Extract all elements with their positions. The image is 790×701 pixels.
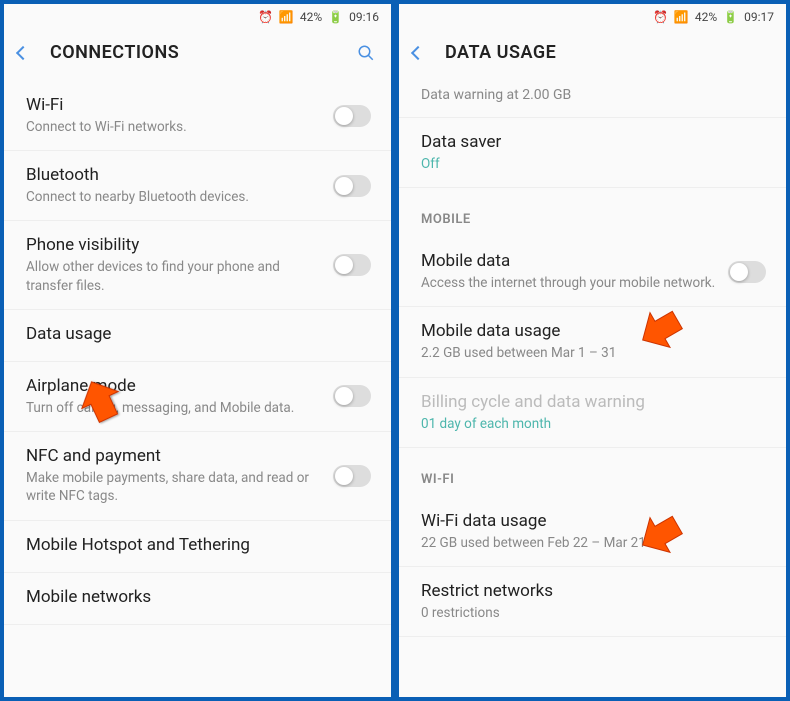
item-title: Mobile Hotspot and Tethering <box>26 535 361 555</box>
signal-icon: 📶 <box>674 10 689 24</box>
wifi-section-header: WI-FI <box>399 448 786 497</box>
battery-icon: 🔋 <box>328 10 343 24</box>
back-icon[interactable] <box>411 45 425 59</box>
mobile-networks-item[interactable]: Mobile networks <box>4 573 391 625</box>
item-subtitle: Make mobile payments, share data, and re… <box>26 469 323 505</box>
visibility-toggle[interactable] <box>333 254 371 276</box>
item-title: Data usage <box>26 324 361 344</box>
settings-list: Data warning at 2.00 GB Data saver Off M… <box>399 81 786 697</box>
wifi-toggle[interactable] <box>333 105 371 127</box>
item-subtitle: Connect to Wi-Fi networks. <box>26 118 323 136</box>
bluetooth-toggle[interactable] <box>333 175 371 197</box>
mobile-data-usage-item[interactable]: Mobile data usage 2.2 GB used between Ma… <box>399 307 786 377</box>
item-title: Billing cycle and data warning <box>421 392 756 412</box>
nfc-item[interactable]: NFC and payment Make mobile payments, sh… <box>4 432 391 520</box>
alarm-icon: ⏰ <box>653 10 668 24</box>
header-bar: DATA USAGE <box>399 30 786 81</box>
data-warning-text: Data warning at 2.00 GB <box>399 81 786 118</box>
item-subtitle: Turn off calling, messaging, and Mobile … <box>26 399 323 417</box>
clock-time: 09:17 <box>744 10 774 24</box>
item-title: Mobile data <box>421 251 718 271</box>
item-title: Restrict networks <box>421 581 756 601</box>
status-bar: ⏰ 📶 42% 🔋 09:17 <box>399 4 786 30</box>
item-subtitle: 0 restrictions <box>421 604 756 622</box>
billing-cycle-item[interactable]: Billing cycle and data warning 01 day of… <box>399 378 786 448</box>
airplane-mode-item[interactable]: Airplane mode Turn off calling, messagin… <box>4 362 391 432</box>
status-bar: ⏰ 📶 42% 🔋 09:16 <box>4 4 391 30</box>
connections-screen: ⏰ 📶 42% 🔋 09:16 CONNECTIONS Wi-Fi Connec… <box>0 0 395 701</box>
phone-visibility-item[interactable]: Phone visibility Allow other devices to … <box>4 221 391 309</box>
item-title: Phone visibility <box>26 235 323 255</box>
item-title: Airplane mode <box>26 376 323 396</box>
item-value: Off <box>421 155 756 173</box>
wifi-item[interactable]: Wi-Fi Connect to Wi-Fi networks. <box>4 81 391 151</box>
item-subtitle: Connect to nearby Bluetooth devices. <box>26 188 323 206</box>
signal-icon: 📶 <box>279 10 294 24</box>
item-subtitle: 22 GB used between Feb 22 – Mar 21 <box>421 534 756 552</box>
hotspot-item[interactable]: Mobile Hotspot and Tethering <box>4 521 391 573</box>
page-title: DATA USAGE <box>445 42 770 63</box>
item-subtitle: 01 day of each month <box>421 415 756 433</box>
back-icon[interactable] <box>16 45 30 59</box>
item-title: Bluetooth <box>26 165 323 185</box>
restrict-networks-item[interactable]: Restrict networks 0 restrictions <box>399 567 786 637</box>
wifi-data-usage-item[interactable]: Wi-Fi data usage 22 GB used between Feb … <box>399 497 786 567</box>
item-subtitle: Allow other devices to find your phone a… <box>26 258 323 294</box>
item-title: Data saver <box>421 132 756 152</box>
mobile-data-item[interactable]: Mobile data Access the internet through … <box>399 237 786 307</box>
page-title: CONNECTIONS <box>50 42 335 63</box>
item-title: Mobile data usage <box>421 321 756 341</box>
data-saver-item[interactable]: Data saver Off <box>399 118 786 188</box>
bluetooth-item[interactable]: Bluetooth Connect to nearby Bluetooth de… <box>4 151 391 221</box>
item-title: Wi-Fi data usage <box>421 511 756 531</box>
airplane-toggle[interactable] <box>333 385 371 407</box>
search-icon[interactable] <box>357 44 375 62</box>
nfc-toggle[interactable] <box>333 465 371 487</box>
settings-list: Wi-Fi Connect to Wi-Fi networks. Bluetoo… <box>4 81 391 697</box>
item-title: Mobile networks <box>26 587 361 607</box>
item-title: NFC and payment <box>26 446 323 466</box>
item-subtitle: 2.2 GB used between Mar 1 – 31 <box>421 344 756 362</box>
header-bar: CONNECTIONS <box>4 30 391 81</box>
battery-percent: 42% <box>695 10 717 24</box>
clock-time: 09:16 <box>349 10 379 24</box>
data-usage-screen: ⏰ 📶 42% 🔋 09:17 DATA USAGE Data warning … <box>395 0 790 701</box>
alarm-icon: ⏰ <box>258 10 273 24</box>
battery-icon: 🔋 <box>723 10 738 24</box>
mobile-data-toggle[interactable] <box>728 261 766 283</box>
battery-percent: 42% <box>300 10 322 24</box>
data-usage-item[interactable]: Data usage <box>4 310 391 362</box>
item-title: Wi-Fi <box>26 95 323 115</box>
mobile-section-header: MOBILE <box>399 188 786 237</box>
item-subtitle: Access the internet through your mobile … <box>421 274 718 292</box>
